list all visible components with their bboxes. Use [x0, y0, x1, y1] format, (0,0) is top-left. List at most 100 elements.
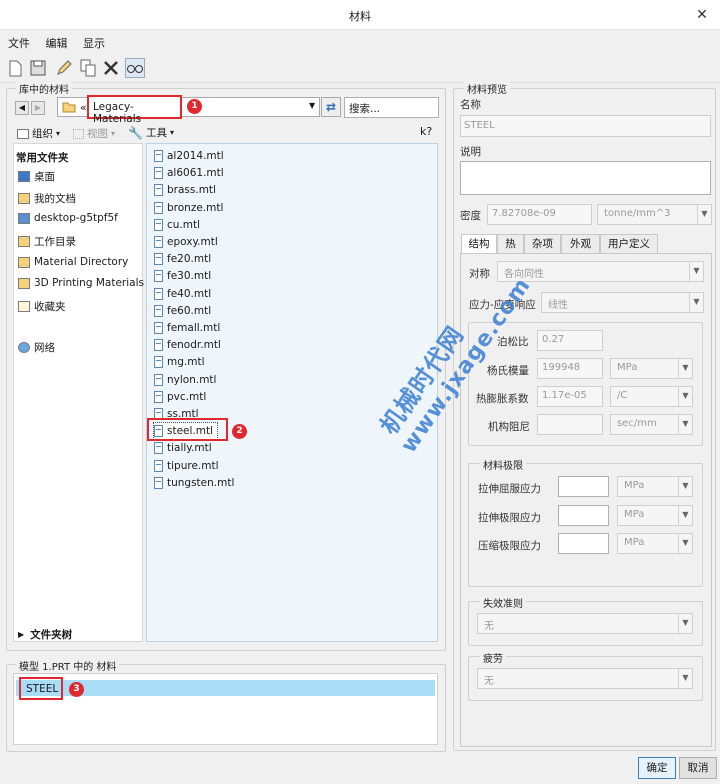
- file-item[interactable]: tungsten.mtl: [154, 475, 234, 491]
- refresh-icon[interactable]: ⇄: [321, 97, 341, 117]
- compress-ultimate-unit[interactable]: MPa ▼: [617, 533, 693, 554]
- menu-file[interactable]: 文件: [0, 31, 34, 51]
- density-field[interactable]: 7.82708e-09: [487, 204, 592, 225]
- file-item[interactable]: fe20.mtl: [154, 251, 211, 267]
- file-item[interactable]: fe40.mtl: [154, 286, 211, 302]
- file-item[interactable]: pvc.mtl: [154, 389, 206, 405]
- file-item[interactable]: nylon.mtl: [154, 372, 216, 388]
- tab-user-defined[interactable]: 用户定义: [600, 234, 658, 254]
- path-dropdown-icon[interactable]: ▼: [309, 101, 315, 110]
- favorite-documents[interactable]: 我的文档: [18, 191, 76, 206]
- stress-strain-value: 线性: [548, 300, 568, 311]
- file-icon: [154, 390, 163, 403]
- favorite-computer[interactable]: desktop-g5tpf5f: [18, 212, 118, 224]
- fatigue-select[interactable]: 无 ▼: [477, 668, 693, 689]
- edit-pencil-icon[interactable]: [54, 58, 74, 78]
- model-material-item[interactable]: STEEL: [19, 677, 63, 700]
- density-unit: tonne/mm^3: [604, 208, 671, 219]
- file-item[interactable]: brass.mtl: [154, 182, 216, 198]
- young-unit-select[interactable]: MPa ▼: [610, 358, 693, 379]
- tensile-ultimate-unit[interactable]: MPa ▼: [617, 505, 693, 526]
- tab-misc[interactable]: 杂项: [524, 234, 561, 254]
- material-limits-label: 材料极限: [480, 457, 526, 472]
- file-item[interactable]: tipure.mtl: [154, 458, 219, 474]
- file-item[interactable]: fe60.mtl: [154, 303, 211, 319]
- file-name: al2014.mtl: [167, 150, 224, 162]
- organize-button[interactable]: 组织 ▾: [17, 126, 60, 141]
- file-item[interactable]: femall.mtl: [154, 320, 220, 336]
- thermal-expansion-field[interactable]: 1.17e-05: [537, 386, 603, 407]
- tensile-yield-unit[interactable]: MPa ▼: [617, 476, 693, 497]
- search-input[interactable]: 搜索...: [344, 97, 439, 118]
- favorite-3d-printing[interactable]: 3D Printing Materials: [18, 277, 144, 289]
- damping-field[interactable]: [537, 414, 603, 435]
- description-field[interactable]: [460, 161, 711, 195]
- file-item[interactable]: fe30.mtl: [154, 268, 211, 284]
- favorites-pane: 常用文件夹 桌面 我的文档 desktop-g5tpf5f 工作目录 Mater…: [13, 143, 144, 642]
- ok-button[interactable]: 确定: [638, 757, 676, 779]
- damping-unit: sec/mm: [617, 418, 657, 429]
- menu-edit[interactable]: 编辑: [38, 31, 72, 51]
- young-modulus-label: 杨氏模量: [487, 365, 529, 377]
- file-item[interactable]: tially.mtl: [154, 440, 212, 456]
- file-item[interactable]: cu.mtl: [154, 217, 200, 233]
- folder-tree-toggle[interactable]: ▶ 文件夹树: [18, 627, 72, 642]
- model-material-name: STEEL: [26, 683, 59, 695]
- back-icon[interactable]: ◀: [15, 101, 29, 115]
- file-item[interactable]: epoxy.mtl: [154, 234, 218, 250]
- help-cursor-icon[interactable]: k?: [420, 125, 432, 138]
- file-item[interactable]: mg.mtl: [154, 354, 205, 370]
- name-field[interactable]: STEEL: [460, 115, 711, 137]
- organize-label: 组织: [32, 128, 53, 140]
- expand-arrow-icon: ▶: [18, 630, 25, 639]
- close-button[interactable]: ✕: [692, 5, 712, 25]
- name-label: 名称: [460, 99, 481, 111]
- path-segment-highlight[interactable]: Legacy-Materials: [87, 95, 182, 125]
- file-name: epoxy.mtl: [167, 236, 218, 248]
- favorite-label: 3D Printing Materials: [34, 277, 144, 289]
- tab-thermal[interactable]: 热: [497, 234, 524, 254]
- symmetry-select[interactable]: 各向同性 ▼: [497, 261, 704, 282]
- file-item[interactable]: al6061.mtl: [154, 165, 224, 181]
- young-modulus-field[interactable]: 199948: [537, 358, 603, 379]
- stress-strain-select[interactable]: 线性 ▼: [541, 292, 704, 313]
- poisson-field[interactable]: 0.27: [537, 330, 603, 351]
- file-item[interactable]: al2014.mtl: [154, 148, 224, 164]
- copy-icon[interactable]: [78, 58, 98, 78]
- failure-criteria-select[interactable]: 无 ▼: [477, 613, 693, 634]
- menu-bar: 文件 编辑 显示: [0, 31, 720, 53]
- favorite-bookmarks[interactable]: 收藏夹: [18, 299, 66, 314]
- view-button[interactable]: 视图 ▾: [73, 126, 115, 141]
- forward-icon[interactable]: ▶: [31, 101, 45, 115]
- path-segment[interactable]: Legacy-Materials: [93, 101, 180, 125]
- new-icon[interactable]: [5, 58, 25, 78]
- tensile-yield-field[interactable]: [558, 476, 609, 497]
- chevron-down-icon: ▼: [678, 506, 692, 525]
- file-item[interactable]: fenodr.mtl: [154, 337, 221, 353]
- favorite-working-dir[interactable]: 工作目录: [18, 234, 76, 249]
- thermal-unit-select[interactable]: /C ▼: [610, 386, 693, 407]
- delete-icon[interactable]: [101, 58, 121, 78]
- favorite-label: 我的文档: [34, 193, 76, 205]
- damping-unit-select[interactable]: sec/mm ▼: [610, 414, 693, 435]
- save-icon[interactable]: [28, 58, 48, 78]
- favorite-material-directory[interactable]: Material Directory: [18, 256, 128, 268]
- cancel-button[interactable]: 取消: [679, 757, 717, 779]
- file-name: tially.mtl: [167, 442, 212, 455]
- density-unit-select[interactable]: tonne/mm^3 ▼: [597, 204, 712, 225]
- tools-label: 工具: [145, 127, 167, 139]
- favorite-network[interactable]: 网络: [18, 340, 55, 355]
- tools-button[interactable]: 🔧 工具 ▾: [128, 125, 174, 140]
- tensile-ultimate-field[interactable]: [558, 505, 609, 526]
- file-item[interactable]: bronze.mtl: [154, 200, 223, 216]
- favorite-label: Material Directory: [34, 256, 129, 268]
- compress-ultimate-field[interactable]: [558, 533, 609, 554]
- menu-view[interactable]: 显示: [75, 31, 109, 51]
- tab-appearance[interactable]: 外观: [561, 234, 600, 254]
- tab-structure[interactable]: 结构: [461, 234, 497, 254]
- file-name: nylon.mtl: [167, 373, 217, 386]
- favorite-desktop[interactable]: 桌面: [18, 169, 55, 184]
- chevron-down-icon: ▼: [678, 359, 692, 378]
- chevron-down-icon: ▼: [678, 415, 692, 434]
- glasses-icon[interactable]: [125, 58, 145, 78]
